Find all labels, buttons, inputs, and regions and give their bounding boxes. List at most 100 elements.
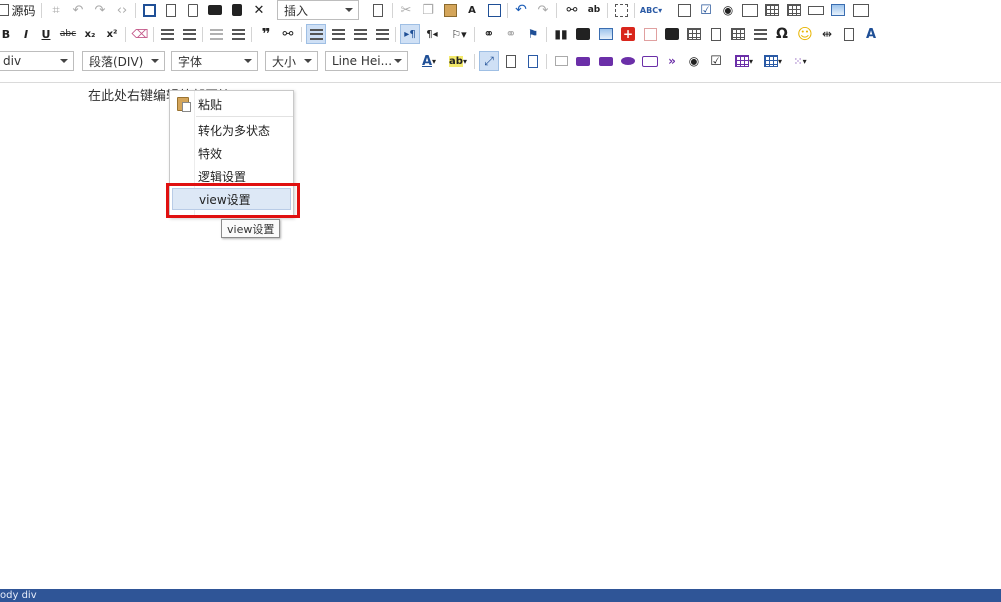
show-blocks-icon[interactable] [501, 51, 521, 71]
table-menu-icon[interactable]: ▾ [760, 51, 786, 71]
button-field-icon[interactable] [806, 0, 826, 20]
undo-icon-disabled[interactable]: ↶ [68, 0, 88, 20]
paste-icon[interactable] [440, 0, 460, 20]
menu-item-logic-settings-label: 逻辑设置 [198, 169, 247, 184]
paragraph-combo[interactable]: 段落(DIV) [82, 51, 165, 71]
eye-icon[interactable]: ◉ [684, 51, 704, 71]
media-icon[interactable] [684, 24, 704, 44]
preview-icon[interactable] [183, 0, 203, 20]
copy-icon[interactable]: ❐ [418, 0, 438, 20]
source-button[interactable]: 源码 [0, 0, 36, 20]
select-all-box-icon[interactable] [611, 0, 631, 20]
menu-item-convert-multistate[interactable]: 转化为多状态 [170, 119, 293, 141]
undo-icon[interactable]: ↶ [511, 0, 531, 20]
new-page-icon[interactable] [161, 0, 181, 20]
outdent-icon[interactable] [206, 24, 226, 44]
about-icon[interactable] [523, 51, 543, 71]
italic-button[interactable]: I [16, 24, 36, 44]
bulleted-list-icon[interactable] [179, 24, 199, 44]
language-icon[interactable]: ⚐▾ [446, 24, 472, 44]
select-all-icon[interactable]: ⌗ [46, 0, 66, 20]
italic-label: I [23, 27, 29, 41]
menu-item-effects[interactable]: 特效 [170, 142, 293, 164]
flash-icon[interactable] [573, 24, 593, 44]
special-char-button[interactable]: Ω [772, 24, 792, 44]
image-icon[interactable] [596, 24, 616, 44]
template-icon[interactable] [368, 0, 388, 20]
code-icon[interactable]: ‹› [112, 0, 132, 20]
document-icon[interactable] [706, 24, 726, 44]
widget-1-icon[interactable] [551, 51, 571, 71]
checkbox-icon[interactable]: ☑ [696, 0, 716, 20]
create-div-icon[interactable]: ⚯ [278, 24, 298, 44]
iframe-icon[interactable] [640, 24, 660, 44]
blockquote-icon[interactable]: ❞ [256, 24, 276, 44]
cut-icon[interactable]: ✂ [396, 0, 416, 20]
background-color-icon[interactable]: ab ▾ [445, 51, 471, 71]
page-break-icon[interactable]: ⇹ [817, 24, 837, 44]
horizontal-rule-icon[interactable] [750, 24, 770, 44]
element-path[interactable]: ody div [0, 589, 37, 602]
widget-2-icon[interactable] [573, 51, 593, 71]
grid-menu-icon[interactable]: ▾ [731, 51, 757, 71]
hidden-field-icon[interactable] [851, 0, 871, 20]
form-icon[interactable] [674, 0, 694, 20]
text-color-a-icon[interactable]: A [861, 24, 881, 44]
find-icon[interactable]: ⚯ [562, 0, 582, 20]
align-center-icon[interactable] [328, 24, 348, 44]
forward-icon[interactable]: » [662, 51, 682, 71]
radio-icon[interactable]: ◉ [718, 0, 738, 20]
maximize-icon[interactable]: ⤢ [479, 51, 499, 71]
anchor-icon[interactable]: ⚑ [523, 24, 543, 44]
lock-icon[interactable] [227, 0, 247, 20]
insert-combo[interactable]: 插入 [277, 0, 359, 20]
spellcheck-icon[interactable]: ABC▾ [638, 0, 664, 20]
link-icon[interactable]: ⚭ [479, 24, 499, 44]
smiley-icon[interactable]: ☺ [795, 24, 815, 44]
textfield-icon[interactable] [740, 0, 760, 20]
check-icon[interactable]: ☑ [706, 51, 726, 71]
subscript-button[interactable]: x₂ [80, 24, 100, 44]
bold-button[interactable]: B [0, 24, 16, 44]
text-color-icon[interactable]: A ▾ [416, 51, 442, 71]
widget-5-icon[interactable] [640, 51, 660, 71]
size-combo[interactable]: 大小 [265, 51, 318, 71]
underline-label: U [41, 27, 51, 41]
ltr-icon[interactable]: ▸¶ [400, 24, 420, 44]
underline-button[interactable]: U [36, 24, 56, 44]
save-icon[interactable] [139, 0, 159, 20]
menu-item-paste[interactable]: 粘贴 [170, 93, 293, 115]
align-right-icon[interactable] [350, 24, 370, 44]
remove-format-icon[interactable]: ⌫ [130, 24, 150, 44]
add-icon[interactable]: + [618, 24, 638, 44]
indent-icon[interactable] [228, 24, 248, 44]
widget-4-icon[interactable] [618, 51, 638, 71]
strike-button[interactable]: abc [58, 24, 78, 44]
unlink-icon[interactable]: ⚭ [501, 24, 521, 44]
widget-3-icon[interactable] [596, 51, 616, 71]
justify-icon[interactable] [372, 24, 392, 44]
print-icon[interactable] [205, 0, 225, 20]
redo-icon[interactable]: ↷ [533, 0, 553, 20]
numbered-list-icon[interactable] [157, 24, 177, 44]
paste-word-icon[interactable] [484, 0, 504, 20]
table-icon[interactable] [728, 24, 748, 44]
dots-menu-icon[interactable]: ⁙ ▾ [787, 51, 813, 71]
redo-icon-disabled[interactable]: ↷ [90, 0, 110, 20]
superscript-button[interactable]: x² [102, 24, 122, 44]
lineheight-combo[interactable]: Line Hei... [325, 51, 408, 71]
paste-text-icon[interactable]: A [462, 0, 482, 20]
editor-content-area[interactable]: 在此处右键编辑外部区块(view) [0, 83, 1001, 589]
font-combo[interactable]: 字体 [171, 51, 258, 71]
element-combo[interactable]: div [0, 51, 74, 71]
template-page-icon[interactable] [839, 24, 859, 44]
textarea-icon[interactable] [762, 0, 782, 20]
rtl-icon[interactable]: ¶◂ [422, 24, 442, 44]
image-button-icon[interactable] [828, 0, 848, 20]
video-icon[interactable] [662, 24, 682, 44]
select-field-icon[interactable] [784, 0, 804, 20]
close-icon[interactable]: ✕ [249, 0, 269, 20]
replace-icon[interactable]: ab [584, 0, 604, 20]
chart-icon[interactable]: ▮▮ [551, 24, 571, 44]
align-left-icon[interactable] [306, 24, 326, 44]
